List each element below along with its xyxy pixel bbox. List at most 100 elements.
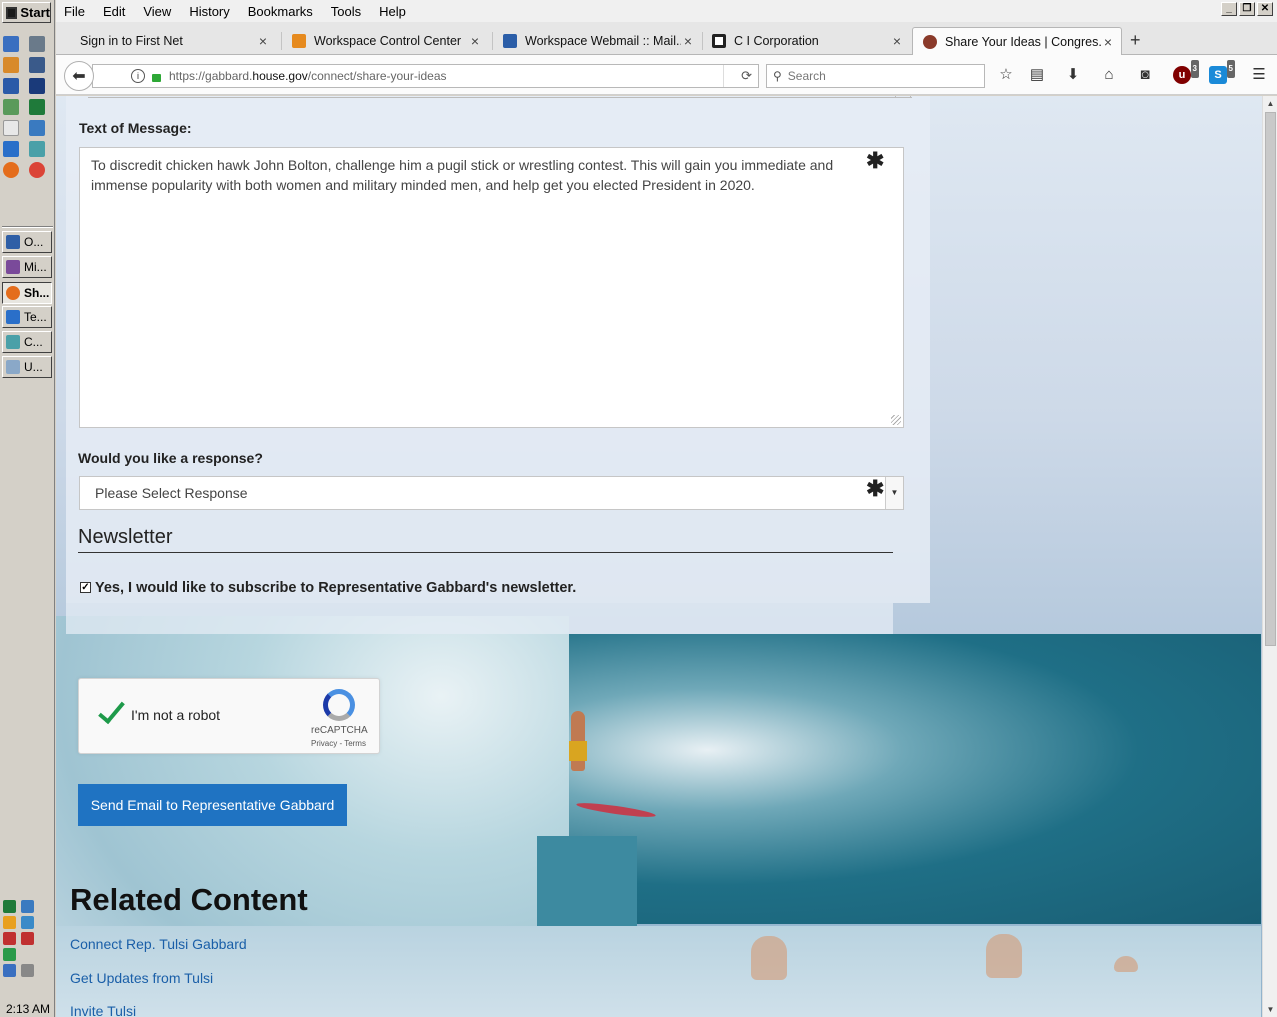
document-icon[interactable] — [3, 120, 19, 136]
teamviewer-icon[interactable] — [3, 141, 19, 157]
start-button[interactable]: Start — [2, 2, 51, 23]
tab-workspace-control[interactable]: Workspace Control Center × — [282, 27, 488, 54]
taskbar-item-teamviewer[interactable]: Te... — [2, 306, 52, 328]
folder-icon[interactable] — [3, 57, 19, 73]
home-icon[interactable]: ⌂ — [1100, 66, 1118, 84]
tray-display-icon[interactable] — [3, 964, 16, 977]
desktop-icon[interactable] — [3, 36, 19, 52]
reading-list-icon[interactable]: ▤ — [1028, 66, 1046, 84]
site-info-icon[interactable]: i — [131, 69, 145, 83]
tab-close-icon[interactable]: × — [681, 33, 695, 49]
lock-icon — [152, 74, 161, 82]
minimize-button[interactable]: _ — [1221, 2, 1237, 16]
quick-launch-bar — [3, 36, 51, 178]
system-clock: 2:13 AM — [5, 1002, 51, 1016]
required-asterisk-icon: ✱ — [866, 148, 885, 173]
ublock-icon[interactable]: u3 — [1173, 60, 1199, 84]
menu-view[interactable]: View — [143, 4, 171, 19]
url-domain: house.gov — [252, 69, 308, 83]
taskbar-separator — [2, 226, 53, 228]
app-icon — [6, 260, 20, 274]
tab-close-icon[interactable]: × — [1101, 34, 1115, 50]
taskbar-item-label: Sh... — [24, 286, 50, 300]
tab-close-icon[interactable]: × — [468, 33, 482, 49]
menu-help[interactable]: Help — [379, 4, 406, 19]
chrome-icon[interactable] — [29, 162, 45, 178]
recaptcha-checkmark-icon[interactable] — [95, 697, 125, 727]
taskbar-item-u[interactable]: U... — [2, 356, 52, 378]
restore-button[interactable]: ❐ — [1239, 2, 1255, 16]
skype-icon[interactable]: S5 — [1209, 60, 1235, 84]
tree-icon[interactable] — [29, 141, 45, 157]
excel-icon[interactable] — [29, 99, 45, 115]
menu-tools[interactable]: Tools — [331, 4, 361, 19]
reload-icon[interactable]: ⟳ — [741, 68, 752, 84]
response-select[interactable]: Please Select Response ▼ — [79, 476, 904, 510]
taskbar-item-c[interactable]: C... — [2, 331, 52, 353]
tray-shield-icon[interactable] — [3, 932, 16, 945]
page-scrollbar[interactable]: ▲ ▼ — [1262, 96, 1277, 1017]
search-input[interactable]: ⚲ Search — [766, 64, 985, 88]
menu-bookmarks[interactable]: Bookmarks — [248, 4, 313, 19]
hamburger-menu-icon[interactable]: ☰ — [1250, 66, 1268, 84]
response-label: Would you like a response? — [78, 450, 263, 466]
menu-history[interactable]: History — [189, 4, 229, 19]
tab-label: Workspace Webmail :: Mail... — [525, 33, 681, 48]
volume-icon[interactable] — [21, 964, 34, 977]
newsletter-checkbox[interactable]: ✓ — [80, 582, 91, 593]
required-asterisk-icon: ✱ — [866, 476, 885, 501]
menu-edit[interactable]: Edit — [103, 4, 125, 19]
tray-security-icon[interactable] — [21, 932, 34, 945]
tab-ci-corporation[interactable]: C I Corporation × — [702, 27, 910, 54]
tray-app-icon[interactable] — [3, 900, 16, 913]
tab-first-net[interactable]: Sign in to First Net × — [70, 27, 276, 54]
search-placeholder: Search — [787, 69, 826, 83]
tab-close-icon[interactable]: × — [890, 33, 904, 49]
menu-file[interactable]: File — [64, 4, 85, 19]
close-window-button[interactable]: ✕ — [1257, 2, 1273, 16]
related-link-invite[interactable]: Invite Tulsi — [70, 1003, 136, 1017]
window-controls: _ ❐ ✕ — [1219, 2, 1273, 16]
window-icon — [6, 360, 20, 374]
scroll-down-icon[interactable]: ▼ — [1263, 1002, 1277, 1017]
users-icon[interactable] — [3, 99, 19, 115]
recaptcha-brand: reCAPTCHA — [311, 725, 368, 736]
bookmark-star-icon[interactable]: ☆ — [997, 66, 1015, 84]
related-link-connect[interactable]: Connect Rep. Tulsi Gabbard — [70, 936, 247, 952]
windows-logo-icon — [6, 6, 18, 19]
related-link-updates[interactable]: Get Updates from Tulsi — [70, 970, 213, 986]
settings-icon[interactable] — [29, 57, 45, 73]
resize-handle-icon[interactable] — [891, 415, 901, 425]
message-label: Text of Message: — [79, 120, 192, 136]
scroll-up-icon[interactable]: ▲ — [1263, 96, 1277, 111]
taskbar-item-mi[interactable]: Mi... — [2, 256, 52, 278]
windows-taskbar: Start O... Mi... Sh... Te... C... U... 2… — [0, 0, 55, 1017]
downloads-icon[interactable]: ⬇ — [1064, 66, 1082, 84]
taskbar-item-outlook[interactable]: O... — [2, 231, 52, 253]
message-textarea[interactable]: To discredit chicken hawk John Bolton, c… — [79, 147, 904, 428]
new-tab-button[interactable]: + — [1130, 30, 1141, 51]
back-button[interactable]: ⬅ — [64, 61, 94, 91]
recaptcha-terms-link[interactable]: Privacy - Terms — [311, 739, 366, 748]
url-bar[interactable]: i https://gabbard.house.gov/connect/shar… — [92, 64, 759, 88]
tab-share-your-ideas[interactable]: Share Your Ideas | Congres... × — [912, 27, 1122, 56]
firefox-icon[interactable] — [3, 162, 19, 178]
taskbar-item-firefox[interactable]: Sh... — [2, 282, 52, 304]
workspace-favicon-icon — [292, 33, 306, 48]
binoculars-icon[interactable] — [29, 78, 45, 94]
network-icon[interactable] — [29, 36, 45, 52]
tab-close-icon[interactable]: × — [256, 33, 270, 49]
app-icon[interactable] — [3, 78, 19, 94]
send-email-button[interactable]: Send Email to Representative Gabbard — [78, 784, 347, 826]
scrollbar-thumb[interactable] — [1265, 112, 1276, 646]
tab-webmail[interactable]: Workspace Webmail :: Mail... × — [493, 27, 701, 54]
tray-check-icon[interactable] — [3, 948, 16, 961]
tray-alert-icon[interactable] — [3, 916, 16, 929]
pocket-icon[interactable]: ◙ — [1136, 66, 1154, 84]
tray-sync-icon[interactable] — [21, 900, 34, 913]
taskbar-item-label: U... — [24, 360, 43, 374]
tray-network-icon[interactable] — [21, 916, 34, 929]
remote-icon[interactable] — [29, 120, 45, 136]
taskbar-item-label: Te... — [24, 310, 47, 324]
firefox-window: File Edit View History Bookmarks Tools H… — [56, 0, 1277, 1017]
